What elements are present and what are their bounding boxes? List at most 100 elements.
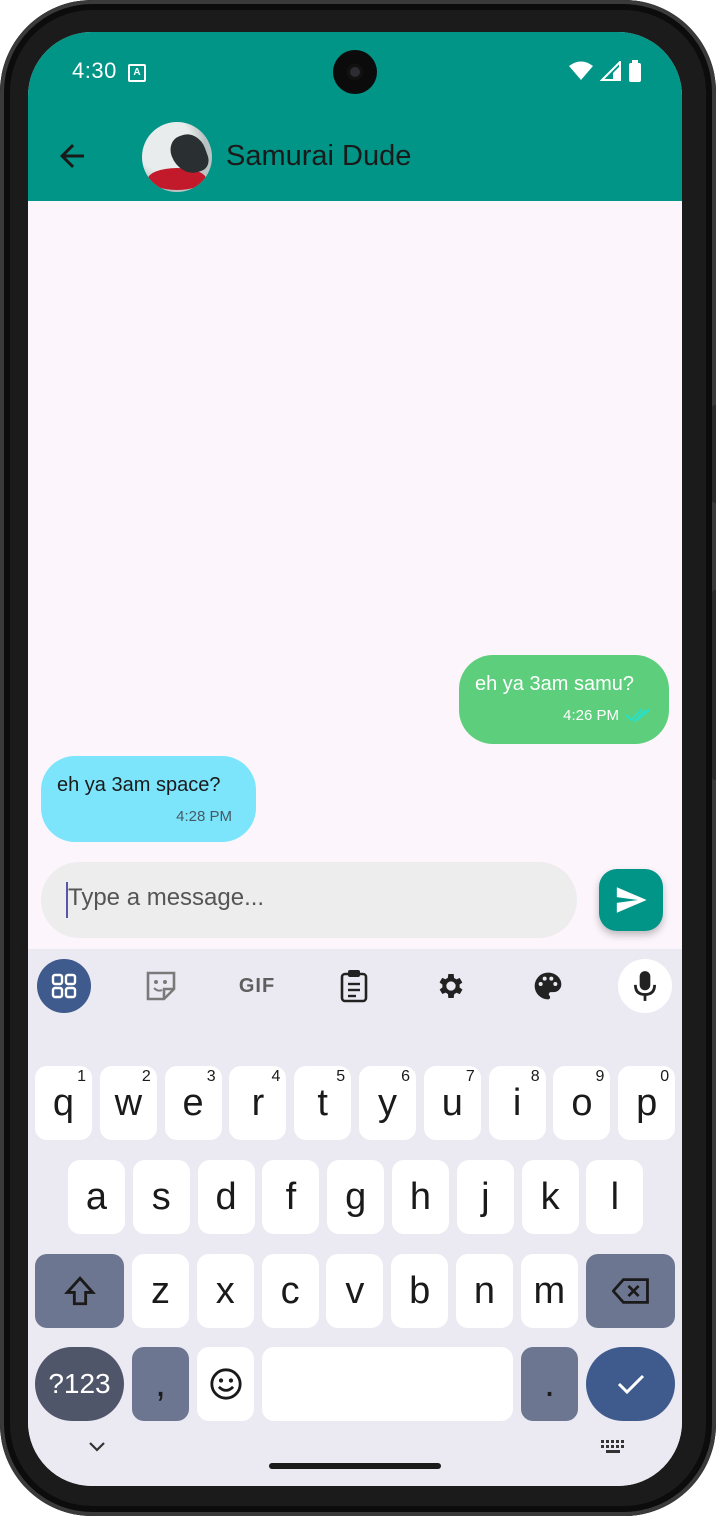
key-hint: 5 (336, 1068, 346, 1085)
key-label: t (317, 1081, 328, 1124)
keyboard: GIF q 1 w 2 e 3 r 4 t 5 y 6 u 7 i 8 o 9 … (28, 949, 682, 1486)
battery-icon (629, 60, 641, 82)
message-input[interactable]: Type a message... (41, 862, 577, 938)
volume-button (712, 405, 716, 503)
symbols-key[interactable]: ?123 (35, 1347, 124, 1421)
key-label: l (610, 1175, 620, 1218)
backspace-icon (611, 1278, 649, 1304)
key-f[interactable]: f (262, 1160, 320, 1234)
key-label: b (409, 1269, 431, 1312)
key-v[interactable]: v (326, 1254, 384, 1328)
gif-label: GIF (238, 974, 276, 997)
emoji-icon (209, 1368, 242, 1400)
key-hint: 1 (77, 1068, 86, 1085)
key-label: k (540, 1175, 560, 1218)
a-notification-icon: A (128, 64, 146, 82)
key-label: w (114, 1081, 143, 1124)
key-a[interactable]: a (68, 1160, 125, 1234)
hide-keyboard-icon[interactable] (88, 1441, 106, 1453)
key-label: z (151, 1269, 170, 1312)
chat-app-bar: Samurai Dude (28, 112, 682, 201)
key-hint: 2 (141, 1068, 151, 1085)
key-u[interactable]: u7 (423, 1066, 481, 1140)
key-label: g (345, 1175, 367, 1218)
key-e[interactable]: e3 (164, 1066, 222, 1140)
message-time: 4:26 PM (563, 707, 619, 724)
message-text: eh ya 3am samu? (475, 673, 634, 695)
key-label: u (441, 1081, 463, 1124)
key-label: o (571, 1081, 593, 1124)
gesture-nav-bar[interactable] (269, 1463, 441, 1469)
outgoing-message[interactable]: eh ya 3am samu? 4:26 PM (459, 655, 669, 744)
palette-icon[interactable] (521, 959, 575, 1013)
key-label: h (409, 1175, 432, 1218)
key-y[interactable]: y6 (359, 1066, 416, 1140)
key-s[interactable]: s (132, 1160, 190, 1234)
key-label: c (280, 1269, 300, 1312)
enter-key[interactable] (586, 1347, 675, 1421)
key-label: p (636, 1081, 658, 1124)
message-text: eh ya 3am space? (57, 774, 221, 796)
send-button[interactable] (599, 869, 663, 931)
power-button (712, 590, 716, 780)
key-k[interactable]: k (521, 1160, 579, 1234)
key-l[interactable]: l (586, 1160, 644, 1234)
status-icons (568, 60, 642, 82)
key-b[interactable]: b (391, 1254, 449, 1328)
mic-icon[interactable] (618, 959, 672, 1013)
key-m[interactable]: m (520, 1254, 578, 1328)
key-hint: 4 (271, 1068, 281, 1085)
wifi-icon (569, 61, 593, 80)
key-z[interactable]: z (132, 1254, 189, 1328)
key-hint: 3 (206, 1068, 216, 1085)
checkmark-icon (617, 1374, 644, 1395)
key-label: j (481, 1175, 490, 1218)
key-t[interactable]: t5 (294, 1066, 352, 1140)
comma-label: , (155, 1362, 166, 1405)
key-label: y (378, 1081, 397, 1124)
contact-name[interactable]: Samurai Dude (226, 140, 411, 173)
period-key[interactable]: . (521, 1347, 578, 1421)
key-p[interactable]: p0 (618, 1066, 676, 1140)
key-label: x (215, 1269, 235, 1312)
key-o[interactable]: o9 (553, 1066, 611, 1140)
status-bar: 4:30 A (28, 32, 682, 112)
key-label: e (182, 1081, 204, 1124)
key-j[interactable]: j (456, 1160, 514, 1234)
gif-button[interactable]: GIF (230, 959, 284, 1013)
key-d[interactable]: d (197, 1160, 255, 1234)
apps-icon[interactable] (37, 959, 91, 1013)
key-c[interactable]: c (261, 1254, 319, 1328)
comma-key[interactable]: , (132, 1347, 189, 1421)
clipboard-icon[interactable] (327, 959, 381, 1013)
keyboard-switch-icon[interactable] (600, 1439, 628, 1455)
status-time: 4:30 (72, 58, 117, 83)
key-hint: 8 (530, 1068, 540, 1085)
space-key[interactable] (262, 1347, 513, 1421)
key-w[interactable]: w2 (99, 1066, 157, 1140)
key-label: r (251, 1081, 265, 1124)
shift-key[interactable] (35, 1254, 124, 1328)
key-label: v (345, 1269, 365, 1312)
key-x[interactable]: x (196, 1254, 254, 1328)
key-hint: 6 (401, 1068, 410, 1085)
sticker-icon[interactable] (134, 959, 188, 1013)
settings-icon[interactable] (424, 959, 478, 1013)
incoming-message[interactable]: eh ya 3am space? 4:28 PM (41, 756, 256, 842)
key-n[interactable]: n (456, 1254, 513, 1328)
key-i[interactable]: i8 (488, 1066, 546, 1140)
key-g[interactable]: g (327, 1160, 385, 1234)
key-label: q (52, 1081, 75, 1124)
front-camera (333, 50, 377, 94)
key-label: n (473, 1269, 496, 1312)
key-r[interactable]: r4 (229, 1066, 287, 1140)
key-q[interactable]: q1 (35, 1066, 92, 1140)
key-label: s (151, 1175, 171, 1218)
backspace-key[interactable] (586, 1254, 675, 1328)
contact-avatar[interactable] (142, 122, 212, 192)
back-arrow-icon[interactable] (54, 138, 90, 174)
emoji-key[interactable] (197, 1347, 254, 1421)
message-placeholder: Type a message... (68, 884, 265, 911)
key-h[interactable]: h (392, 1160, 449, 1234)
shift-icon (63, 1276, 96, 1306)
